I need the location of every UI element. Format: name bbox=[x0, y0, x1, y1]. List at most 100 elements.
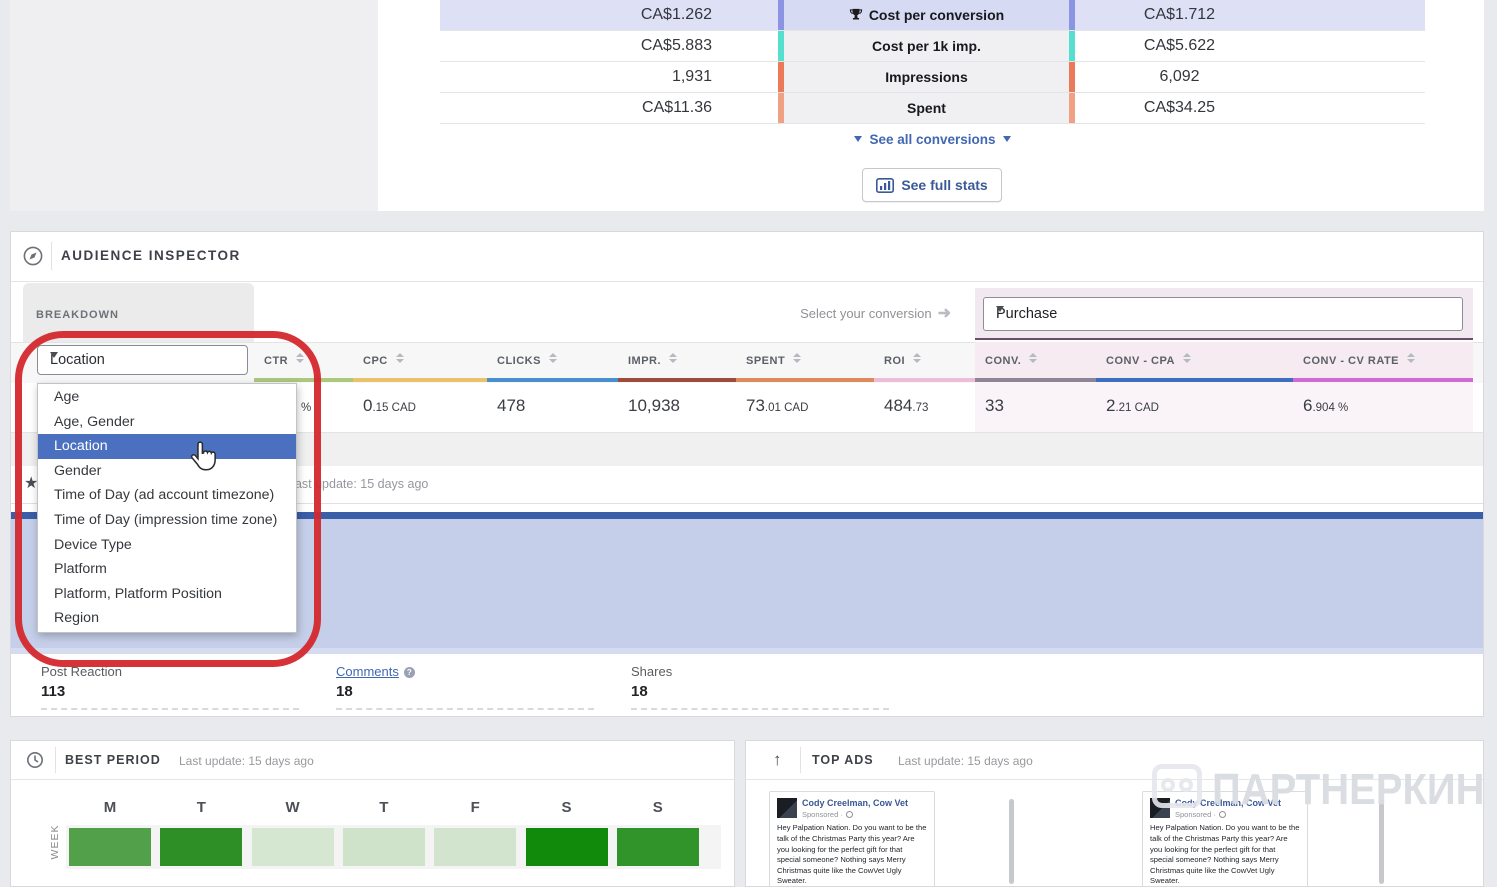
sort-icon[interactable] bbox=[395, 353, 404, 363]
column-header-cpc[interactable]: CPC bbox=[353, 342, 487, 382]
audience-inspector-header: AUDIENCE INSPECTOR bbox=[11, 232, 1483, 282]
info-icon[interactable] bbox=[403, 667, 415, 678]
summary-value-right: 6,092 bbox=[1159, 68, 1200, 85]
column-header-spent[interactable]: SPENT bbox=[736, 342, 874, 382]
column-header-label: CTR bbox=[264, 355, 289, 367]
shares-stat: Shares 18 bbox=[631, 664, 889, 700]
summary-row: 1,931 Impressions 6,092 bbox=[440, 62, 1425, 93]
top-ads-last-update: Last update: 15 days ago bbox=[898, 754, 1033, 768]
breakdown-select[interactable]: Location bbox=[37, 345, 248, 375]
sort-icon[interactable] bbox=[913, 353, 922, 363]
last-update-label: Last update: 15 days ago bbox=[288, 477, 429, 491]
heatmap-cell[interactable] bbox=[342, 828, 425, 866]
dropdown-item-age[interactable]: Age bbox=[38, 385, 296, 410]
sort-icon[interactable] bbox=[793, 353, 802, 363]
tab-breakdown[interactable]: BREAKDOWN bbox=[23, 283, 254, 342]
ad-preview-card[interactable]: Cody Creelman, Cow Vet Sponsored · Hey Pal… bbox=[769, 791, 935, 886]
dropdown-item-gender[interactable]: Gender bbox=[38, 459, 296, 484]
heatmap-cell[interactable] bbox=[525, 828, 608, 866]
scrollbar[interactable] bbox=[1379, 799, 1384, 884]
summary-value-right: CA$5.622 bbox=[1143, 37, 1216, 54]
heatmap-cell[interactable] bbox=[251, 828, 334, 866]
divider bbox=[55, 747, 56, 773]
sort-icon[interactable] bbox=[1182, 353, 1191, 363]
column-header-conv-cv-rate[interactable]: CONV - CV RATE bbox=[1293, 342, 1473, 382]
summary-metric-name: Cost per conversion bbox=[784, 0, 1069, 30]
value-fraction: .15 CAD bbox=[372, 402, 416, 414]
top-ads-header: ↑ TOP ADS Last update: 15 days ago bbox=[746, 741, 1483, 780]
dropdown-item-time-of-day-ad-account-timezone-[interactable]: Time of Day (ad account timezone) bbox=[38, 483, 296, 508]
conversion-select-value: Purchase bbox=[996, 306, 1058, 322]
dropdown-item-time-of-day-impression-time-zone-[interactable]: Time of Day (impression time zone) bbox=[38, 508, 296, 533]
sort-icon[interactable] bbox=[669, 353, 678, 363]
comments-stat: Comments 18 bbox=[336, 664, 594, 700]
summary-value-left: CA$5.883 bbox=[640, 37, 712, 54]
column-header-roi[interactable]: ROI bbox=[874, 342, 975, 382]
chevron-down-icon bbox=[996, 306, 1004, 312]
heatmap-cell[interactable] bbox=[616, 828, 699, 866]
summary-value-left: CA$1.262 bbox=[640, 6, 712, 23]
scrollbar[interactable] bbox=[1009, 799, 1014, 884]
ad-preview-card[interactable]: Cody Creelman, Cow Vet Sponsored · Hey Pal… bbox=[1142, 791, 1308, 886]
day-label: M bbox=[103, 799, 117, 816]
day-label: W bbox=[285, 799, 300, 816]
globe-icon bbox=[845, 811, 853, 819]
ad-page-name[interactable]: Cody Creelman, Cow Vet bbox=[802, 798, 908, 809]
column-header-ctr[interactable]: CTR bbox=[254, 342, 353, 382]
dropdown-item-age-gender[interactable]: Age, Gender bbox=[38, 410, 296, 435]
ad-identity: Cody Creelman, Cow Vet Sponsored · bbox=[802, 798, 908, 819]
divider bbox=[631, 708, 889, 710]
globe-icon bbox=[1218, 811, 1226, 819]
dropdown-item-location[interactable]: Location bbox=[38, 434, 296, 459]
stats-summary-panel: CA$1.262 Cost per conversion CA$1.712 CA$5.… bbox=[378, 0, 1484, 211]
select-conversion-label: Select your conversion bbox=[800, 306, 932, 321]
dropdown-item-platform[interactable]: Platform bbox=[38, 557, 296, 582]
column-header-label: CONV - CPA bbox=[1106, 355, 1175, 367]
chevron-down-icon bbox=[1002, 136, 1011, 142]
avatar bbox=[777, 798, 797, 818]
ad-text: Hey Palpation Nation. Do you want to be … bbox=[777, 823, 927, 886]
comments-link[interactable]: Comments bbox=[336, 664, 399, 679]
column-header-conv-[interactable]: CONV. bbox=[975, 342, 1096, 382]
best-period-header: BEST PERIOD Last update: 15 days ago bbox=[11, 741, 734, 780]
ad-page-name[interactable]: Cody Creelman, Cow Vet bbox=[1175, 798, 1281, 809]
conversion-select[interactable]: Purchase bbox=[983, 297, 1463, 331]
sort-icon[interactable] bbox=[296, 353, 305, 363]
column-value: 33 bbox=[975, 382, 1096, 432]
clock-icon bbox=[27, 752, 43, 768]
see-all-conversions-label: See all conversions bbox=[869, 132, 996, 147]
sponsored-label: Sponsored · bbox=[802, 810, 843, 820]
summary-value-right: CA$1.712 bbox=[1143, 6, 1216, 23]
best-period-card: BEST PERIOD Last update: 15 days ago WEE… bbox=[10, 740, 735, 887]
divider bbox=[41, 708, 299, 710]
ad-header: Cody Creelman, Cow Vet Sponsored · bbox=[1150, 798, 1300, 819]
dropdown-item-device-type[interactable]: Device Type bbox=[38, 533, 296, 558]
post-reaction-stat: Post Reaction 113 bbox=[41, 664, 299, 700]
column-header-clicks[interactable]: CLICKS bbox=[487, 342, 618, 382]
see-all-conversions-link[interactable]: See all conversions bbox=[790, 132, 1075, 147]
shares-label: Shares bbox=[631, 664, 673, 679]
dropdown-item-region[interactable]: Region bbox=[38, 606, 296, 631]
sort-icon[interactable] bbox=[548, 353, 557, 363]
dropdown-item-platform-platform-position[interactable]: Platform, Platform Position bbox=[38, 582, 296, 607]
heatmap-cell[interactable] bbox=[69, 828, 151, 866]
see-full-stats-button[interactable]: See full stats bbox=[862, 168, 1002, 202]
week-axis-label: WEEK bbox=[49, 824, 61, 860]
top-ads-title: TOP ADS bbox=[812, 753, 874, 767]
heatmap-cell[interactable] bbox=[160, 828, 243, 866]
value-main: 33 bbox=[985, 396, 1004, 415]
heatmap-cell[interactable] bbox=[434, 828, 517, 866]
column-header-conv-cpa[interactable]: CONV - CPA bbox=[1096, 342, 1293, 382]
ad-header: Cody Creelman, Cow Vet Sponsored · bbox=[777, 798, 927, 819]
top-ads-card: ↑ TOP ADS Last update: 15 days ago Cody … bbox=[745, 740, 1484, 887]
sort-icon[interactable] bbox=[1407, 353, 1416, 363]
column-header-impr-[interactable]: IMPR. bbox=[618, 342, 736, 382]
ad-text: Hey Palpation Nation. Do you want to be … bbox=[1150, 823, 1300, 886]
sort-icon[interactable] bbox=[1029, 353, 1038, 363]
day-label: F bbox=[470, 799, 480, 816]
chart-area-footer bbox=[11, 648, 1483, 654]
breakdown-dropdown-menu: Age Age, Gender Location Gender Time of Day … bbox=[37, 383, 297, 633]
day-label: T bbox=[379, 799, 389, 816]
column-value: 0.15 CAD bbox=[353, 382, 487, 432]
